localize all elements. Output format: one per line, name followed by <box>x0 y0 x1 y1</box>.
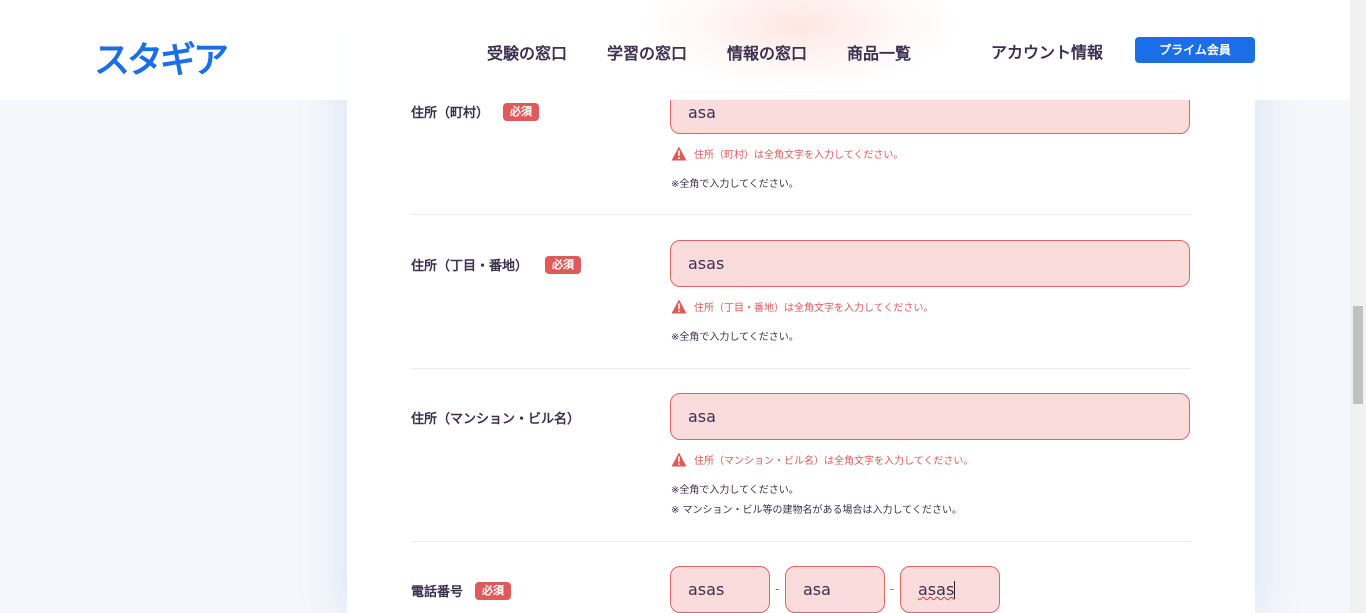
phone-separator: - <box>890 582 895 596</box>
required-badge: 必須 <box>545 256 581 274</box>
phone-input-2-value: asa <box>803 580 831 599</box>
account-link[interactable]: アカウント情報 <box>991 39 1103 63</box>
phone-input-3[interactable]: asas <box>900 566 1000 613</box>
nav-item-info[interactable]: 情報の窓口 <box>727 40 807 64</box>
warning-icon <box>671 452 687 466</box>
nav-item-study[interactable]: 学習の窓口 <box>607 40 687 64</box>
required-badge: 必須 <box>503 103 539 121</box>
required-badge: 必須 <box>475 582 511 600</box>
nav-item-products[interactable]: 商品一覧 <box>847 40 911 64</box>
site-header: スタギア 受験の窓口 学習の窓口 情報の窓口 商品一覧 アカウント情報 プライム… <box>0 0 1350 100</box>
field-label-block: 住所（丁目・番地） <box>411 259 529 274</box>
field-note: ※全角で入力してください。 <box>671 179 799 190</box>
field-label-building: 住所（マンション・ビル名） <box>411 412 581 427</box>
phone-input-2[interactable]: asa <box>785 566 885 613</box>
block-error: 住所（丁目・番地）は全角文字を入力してください。 <box>671 298 933 314</box>
page-scrollbar[interactable] <box>1350 0 1366 613</box>
text-caret <box>954 580 956 599</box>
error-text: 住所（丁目・番地）は全角文字を入力してください。 <box>694 302 934 314</box>
field-label-phone: 電話番号 <box>411 585 464 600</box>
block-input-value: asas <box>688 254 725 273</box>
block-input[interactable]: asas <box>670 240 1190 287</box>
nav-item-exam[interactable]: 受験の窓口 <box>487 40 567 64</box>
town-error: 住所（町村）は全角文字を入力してください。 <box>671 145 903 161</box>
phone-input-1-value: asas <box>688 580 725 599</box>
phone-input-3-value: asas <box>918 580 955 599</box>
warning-icon <box>671 299 687 313</box>
town-input-value: asa <box>688 103 716 122</box>
warning-icon <box>671 146 687 160</box>
field-note: ※全角で入力してください。 <box>671 485 799 496</box>
field-note: ※全角で入力してください。 <box>671 332 799 343</box>
error-text: 住所（マンション・ビル名）は全角文字を入力してください。 <box>694 455 974 467</box>
field-label-town: 住所（町村） <box>411 106 490 121</box>
phone-input-1[interactable]: asas <box>670 566 770 613</box>
row-divider <box>411 214 1191 215</box>
building-input-value: asa <box>688 407 716 426</box>
building-input[interactable]: asa <box>670 393 1190 440</box>
site-logo[interactable]: スタギア <box>94 31 229 83</box>
building-error: 住所（マンション・ビル名）は全角文字を入力してください。 <box>671 451 973 467</box>
field-note-building: ※ マンション・ビル等の建物名がある場合は入力してください。 <box>671 505 962 516</box>
error-text: 住所（町村）は全角文字を入力してください。 <box>694 149 904 161</box>
phone-separator: - <box>775 582 780 596</box>
row-divider <box>411 368 1191 369</box>
row-divider <box>411 541 1191 542</box>
scrollbar-thumb[interactable] <box>1353 306 1363 404</box>
premium-button[interactable]: プライム会員 <box>1135 37 1255 63</box>
